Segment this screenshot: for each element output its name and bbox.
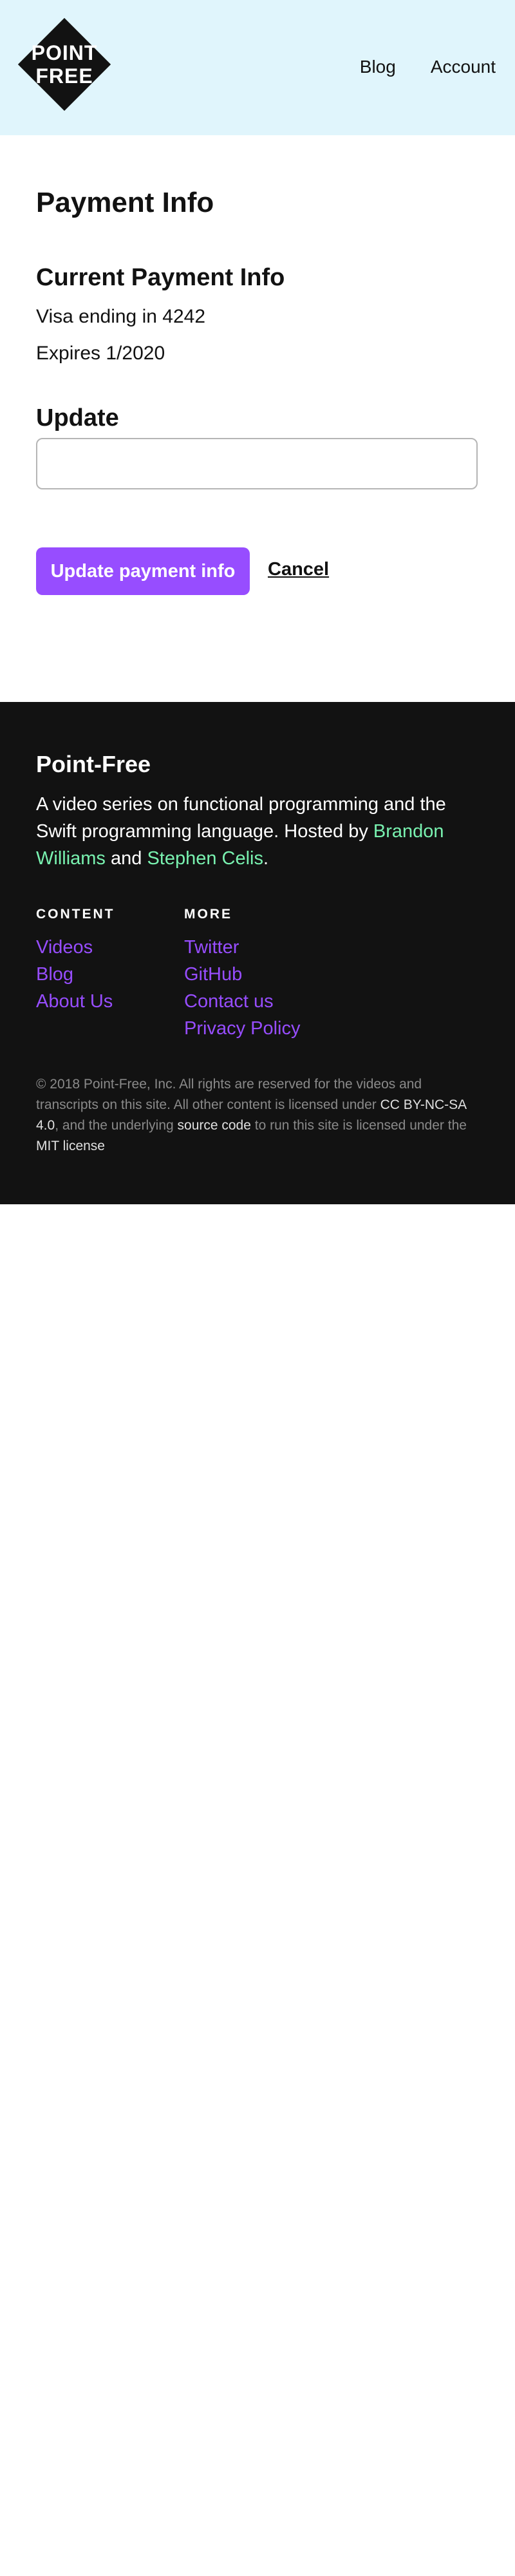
- copyright-mid: , and the underlying: [55, 1118, 178, 1133]
- site-footer: Point-Free A video series on functional …: [0, 702, 515, 1204]
- header-nav: Blog Account: [360, 57, 496, 77]
- point-free-logo[interactable]: POINT FREE: [17, 17, 111, 111]
- card-expiry-text: Expires 1/2020: [36, 343, 165, 364]
- tagline-and: and: [105, 848, 147, 869]
- copyright-text: © 2018 Point-Free, Inc. All rights are r…: [36, 1074, 480, 1157]
- site-header: POINT FREE Blog Account: [0, 0, 515, 135]
- cancel-link[interactable]: Cancel: [268, 559, 329, 580]
- copyright-pre: © 2018 Point-Free, Inc. All rights are r…: [36, 1077, 422, 1112]
- footer-privacy-link[interactable]: Privacy Policy: [184, 1015, 301, 1042]
- logo-text: POINT FREE: [18, 18, 111, 111]
- nav-account-link[interactable]: Account: [431, 57, 496, 77]
- footer-github-link[interactable]: GitHub: [184, 961, 301, 988]
- source-code-link[interactable]: source code: [178, 1118, 251, 1133]
- footer-twitter-link[interactable]: Twitter: [184, 934, 301, 961]
- footer-brand: Point-Free: [36, 751, 151, 777]
- card-input-field[interactable]: [36, 438, 478, 489]
- footer-about-link[interactable]: About Us: [36, 988, 115, 1015]
- copyright-mid2: to run this site is licensed under the: [250, 1118, 467, 1133]
- footer-contact-link[interactable]: Contact us: [184, 988, 301, 1015]
- footer-more-column: MORE Twitter GitHub Contact us Privacy P…: [184, 907, 301, 1042]
- current-payment-heading: Current Payment Info: [36, 264, 285, 291]
- more-heading: MORE: [184, 907, 232, 922]
- update-payment-button[interactable]: Update payment info: [36, 547, 250, 595]
- mit-license-link[interactable]: MIT license: [36, 1139, 105, 1153]
- content-heading: CONTENT: [36, 907, 115, 922]
- footer-tagline: A video series on functional programming…: [36, 791, 480, 872]
- host-stephen-link[interactable]: Stephen Celis: [147, 848, 263, 869]
- tagline-end: .: [263, 848, 269, 869]
- logo-line-2: FREE: [35, 64, 93, 88]
- card-ending-text: Visa ending in 4242: [36, 306, 205, 327]
- footer-content-column: CONTENT Videos Blog About Us: [36, 907, 115, 1015]
- footer-blog-link[interactable]: Blog: [36, 961, 115, 988]
- main-content: Payment Info Current Payment Info Visa e…: [0, 135, 515, 702]
- footer-videos-link[interactable]: Videos: [36, 934, 115, 961]
- update-heading: Update: [36, 404, 119, 431]
- page-title: Payment Info: [36, 187, 214, 218]
- nav-blog-link[interactable]: Blog: [360, 57, 396, 77]
- logo-line-1: POINT: [31, 41, 98, 64]
